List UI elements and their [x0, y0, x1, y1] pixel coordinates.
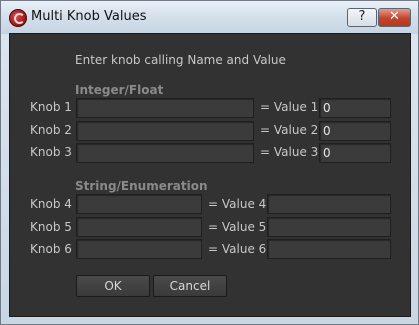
value-4-label: = Value 4	[208, 197, 267, 211]
value-4-input[interactable]	[267, 194, 391, 214]
knob-2-label: Knob 2	[30, 123, 72, 137]
instruction-text: Enter knob calling Name and Value	[75, 53, 286, 67]
knob-3-name-input[interactable]	[76, 143, 254, 163]
dialog-window: Multi Knob Values ? ✕ Enter knob calling…	[0, 0, 419, 325]
title-bar[interactable]: Multi Knob Values ? ✕	[1, 1, 418, 34]
cancel-button[interactable]: Cancel	[153, 275, 227, 297]
knob-6-label: Knob 6	[30, 242, 72, 256]
help-button[interactable]: ?	[347, 8, 377, 27]
knob-2-name-input[interactable]	[76, 121, 254, 141]
value-1-label: = Value 1	[260, 100, 319, 114]
close-button[interactable]: ✕	[378, 8, 411, 27]
value-3-input[interactable]	[319, 143, 391, 163]
value-6-label: = Value 6	[208, 242, 267, 256]
app-logo-icon	[9, 9, 27, 27]
value-3-label: = Value 3	[260, 145, 319, 159]
knob-1-label: Knob 1	[30, 100, 72, 114]
value-2-input[interactable]	[319, 121, 391, 141]
value-5-input[interactable]	[267, 217, 391, 237]
ok-button[interactable]: OK	[76, 275, 150, 297]
knob-5-name-input[interactable]	[76, 217, 202, 237]
value-2-label: = Value 2	[260, 123, 319, 137]
dialog-body: Enter knob calling Name and Value Intege…	[9, 33, 411, 317]
knob-1-name-input[interactable]	[76, 98, 254, 118]
knob-5-label: Knob 5	[30, 220, 72, 234]
integer-float-heading: Integer/Float	[75, 83, 164, 97]
value-5-label: = Value 5	[208, 220, 267, 234]
knob-6-name-input[interactable]	[76, 239, 202, 259]
knob-3-label: Knob 3	[30, 145, 72, 159]
value-6-input[interactable]	[267, 239, 391, 259]
knob-4-label: Knob 4	[30, 197, 72, 211]
knob-4-name-input[interactable]	[76, 194, 202, 214]
window-title: Multi Knob Values	[31, 9, 147, 24]
value-1-input[interactable]	[319, 98, 391, 118]
string-enumeration-heading: String/Enumeration	[75, 179, 208, 193]
